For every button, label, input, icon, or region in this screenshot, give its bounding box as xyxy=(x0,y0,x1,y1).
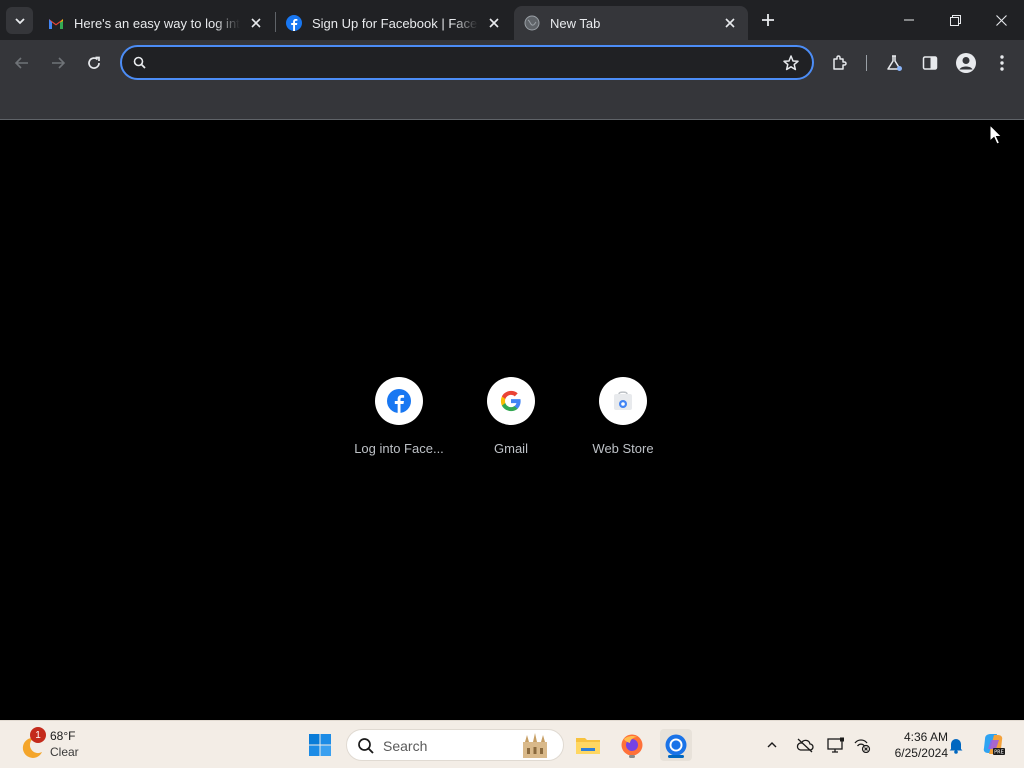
shortcut-gmail[interactable]: Gmail xyxy=(455,377,567,473)
search-icon xyxy=(133,56,146,69)
search-icon xyxy=(358,738,374,754)
active-indicator xyxy=(668,755,684,758)
copilot-icon: PRE xyxy=(983,734,1005,756)
monitor-icon xyxy=(827,737,844,753)
onedrive-tray[interactable] xyxy=(795,735,815,755)
network-tray[interactable] xyxy=(852,735,872,755)
plus-icon xyxy=(762,14,774,26)
close-tab-icon[interactable] xyxy=(248,15,264,31)
tab-strip: Here's an easy way to log into Sign Up f… xyxy=(0,0,1024,40)
reload-button[interactable] xyxy=(80,49,108,77)
more-vert-icon xyxy=(1000,55,1004,71)
start-button[interactable] xyxy=(304,729,336,761)
back-button[interactable] xyxy=(8,49,36,77)
shortcut-facebook[interactable]: Log into Face... xyxy=(343,377,455,473)
taskbar-search[interactable]: Search xyxy=(346,729,564,761)
chevron-up-icon xyxy=(767,742,777,748)
shortcut-label: Web Store xyxy=(592,441,654,456)
facebook-icon xyxy=(286,15,302,31)
chevron-down-icon xyxy=(14,17,25,24)
firefox-icon xyxy=(621,734,643,756)
toolbar xyxy=(0,40,1024,86)
bookmark-star-icon[interactable] xyxy=(782,54,800,72)
chrome-menu-button[interactable] xyxy=(988,49,1016,77)
chrome-icon xyxy=(665,734,687,756)
show-hidden-icons-button[interactable] xyxy=(762,735,782,755)
chrome-taskbar-button[interactable] xyxy=(660,729,692,761)
arrow-right-icon xyxy=(52,57,66,69)
open-indicator xyxy=(629,755,635,758)
bell-icon xyxy=(949,739,963,754)
tab-title: New Tab xyxy=(550,15,601,31)
windows-logo-icon xyxy=(309,734,331,756)
avatar-icon xyxy=(956,53,976,73)
reload-icon xyxy=(88,56,100,69)
file-explorer-button[interactable] xyxy=(572,729,604,761)
side-panel-icon xyxy=(922,56,938,70)
profile-button[interactable] xyxy=(952,49,980,77)
new-tab-button[interactable] xyxy=(756,8,780,32)
copilot-button[interactable]: PRE xyxy=(980,731,1006,757)
search-label: Search xyxy=(383,738,428,754)
weather-widget[interactable]: 1 68°F Clear xyxy=(16,727,126,763)
network-disconnected-icon xyxy=(854,739,871,753)
clock-date: 6/25/2024 xyxy=(894,746,948,760)
minimize-button[interactable] xyxy=(886,0,932,40)
google-icon xyxy=(500,390,521,412)
arrow-left-icon xyxy=(14,57,28,69)
tab-new-tab[interactable]: New Tab xyxy=(514,6,748,40)
search-highlight-icon xyxy=(523,733,547,758)
chrome-labs-button[interactable] xyxy=(880,49,908,77)
weather-condition: Clear xyxy=(50,745,79,759)
toolbar-divider xyxy=(866,55,867,71)
omnibox[interactable] xyxy=(120,45,814,80)
notification-badge: 1 xyxy=(30,727,46,743)
bookmarks-bar xyxy=(0,86,1024,120)
extensions-button[interactable] xyxy=(826,49,854,77)
close-icon xyxy=(995,14,1007,26)
close-tab-icon[interactable] xyxy=(486,15,502,31)
webstore-icon xyxy=(614,391,632,410)
tab-gmail[interactable]: Here's an easy way to log into xyxy=(38,6,274,40)
close-tab-icon[interactable] xyxy=(722,15,738,31)
weather-temperature: 68°F xyxy=(50,729,76,743)
restore-icon xyxy=(949,14,961,26)
system-clock[interactable]: 4:36 AM 6/25/2024 xyxy=(878,729,948,761)
firefox-button[interactable] xyxy=(616,729,648,761)
shortcut-icon-container xyxy=(487,377,535,425)
gmail-icon xyxy=(48,15,64,31)
flask-icon xyxy=(887,55,902,71)
new-tab-page: Log into Face... Gmail Web Store xyxy=(0,121,1024,720)
shortcut-icon-container xyxy=(599,377,647,425)
shortcut-icon-container xyxy=(375,377,423,425)
close-window-button[interactable] xyxy=(978,0,1024,40)
shortcuts-grid: Log into Face... Gmail Web Store xyxy=(343,377,679,473)
taskbar: 1 68°F Clear Search 4:36 AM 6/25/2024 PR… xyxy=(0,720,1024,768)
chrome-window: Here's an easy way to log into Sign Up f… xyxy=(0,0,1024,720)
folder-icon xyxy=(576,738,600,754)
minimize-icon xyxy=(904,19,914,21)
shortcut-label: Gmail xyxy=(494,441,528,456)
address-input[interactable] xyxy=(156,51,756,75)
tab-title: Sign Up for Facebook | Facebook xyxy=(312,15,478,31)
puzzle-icon xyxy=(833,55,847,70)
shortcut-web-store[interactable]: Web Store xyxy=(567,377,679,473)
clock-time: 4:36 AM xyxy=(903,730,948,744)
tab-title: Here's an easy way to log into xyxy=(74,15,240,31)
mouse-cursor-icon xyxy=(989,124,1003,145)
cloud-off-icon xyxy=(796,738,814,753)
svg-text:PRE: PRE xyxy=(994,750,1004,756)
notifications-button[interactable] xyxy=(946,735,966,755)
facebook-icon xyxy=(387,389,411,413)
tab-search-button[interactable] xyxy=(6,7,33,34)
restore-button[interactable] xyxy=(932,0,978,40)
shortcut-label: Log into Face... xyxy=(354,441,444,456)
globe-icon xyxy=(524,15,540,31)
display-tray[interactable] xyxy=(826,735,846,755)
forward-button[interactable] xyxy=(44,49,72,77)
side-panel-button[interactable] xyxy=(916,49,944,77)
tab-facebook[interactable]: Sign Up for Facebook | Facebook xyxy=(276,6,512,40)
